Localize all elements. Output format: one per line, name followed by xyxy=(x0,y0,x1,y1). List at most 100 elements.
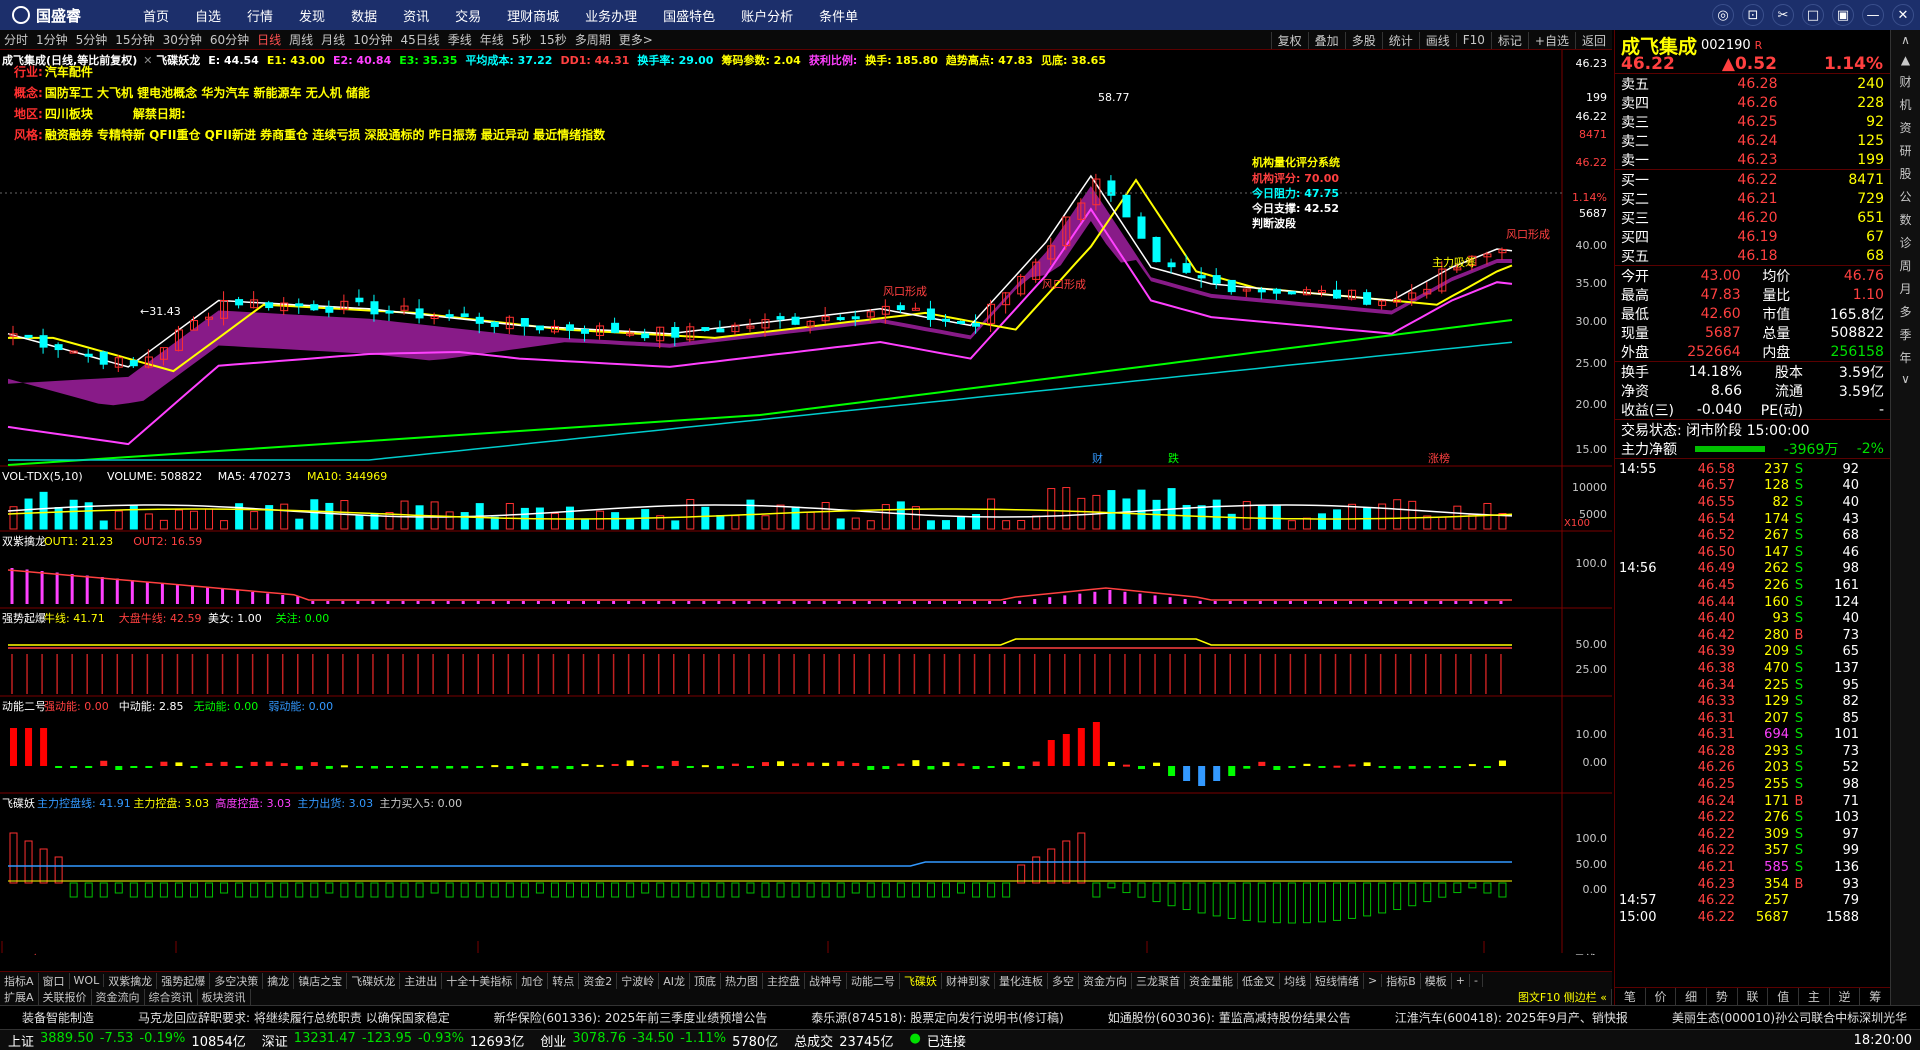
window-control-icon[interactable]: ⊡ xyxy=(1742,4,1764,26)
indicator-tab[interactable]: 动能二号 xyxy=(847,972,900,989)
order-level[interactable]: 卖三 46.25 92 xyxy=(1615,112,1890,131)
indicator-tab[interactable]: WOL xyxy=(70,974,105,987)
quote-panel-tab[interactable]: 联 xyxy=(1738,988,1769,1005)
indicator-tab[interactable]: 主进出 xyxy=(400,972,443,989)
side-tool[interactable]: ∧ xyxy=(1901,33,1910,47)
period-tab[interactable]: 日线 xyxy=(253,31,285,48)
indicator-tab[interactable]: 热力图 xyxy=(721,972,763,989)
order-level[interactable]: 卖二 46.24 125 xyxy=(1615,131,1890,150)
chart-tool-button[interactable]: +自选 xyxy=(1527,31,1575,49)
indicator-tab[interactable]: 顶底 xyxy=(690,972,721,989)
extension-tab[interactable]: 综合资讯 xyxy=(145,989,198,1005)
news-item[interactable]: 新华保险(601336): 2025年前三季度业绩预增公告 xyxy=(472,1009,790,1026)
news-item[interactable]: 装备智能制造 xyxy=(0,1009,116,1026)
news-item[interactable]: 泰乐源(874518): 股票定向发行说明书(修订稿) xyxy=(789,1009,1085,1026)
indicator-tab[interactable]: 主控盘 xyxy=(763,972,805,989)
chart-tool-button[interactable]: 画线 xyxy=(1418,31,1456,49)
indicator-tab[interactable]: 转点 xyxy=(548,972,580,989)
period-tab[interactable]: 多周期 xyxy=(571,31,615,48)
menu-item[interactable]: 数据 xyxy=(338,6,390,25)
chart-tool-button[interactable]: 复权 xyxy=(1270,31,1308,49)
menu-item[interactable]: 自选 xyxy=(182,6,234,25)
menu-item[interactable]: 账户分析 xyxy=(728,6,806,25)
indicator-tab[interactable]: 短线情绪 xyxy=(1311,972,1364,989)
order-level[interactable]: 买五 46.18 68 xyxy=(1615,246,1890,265)
indicator-tab[interactable]: 加仓 xyxy=(517,972,549,989)
window-control-icon[interactable]: ✕ xyxy=(1892,4,1914,26)
chart-tool-button[interactable]: F10 xyxy=(1455,33,1491,47)
order-level[interactable]: 卖一 46.23 199 xyxy=(1615,150,1890,169)
side-tool[interactable]: 公 xyxy=(1899,188,1911,205)
quote-panel-tab[interactable]: 主 xyxy=(1799,988,1830,1005)
indicator-tab[interactable]: 多空决策 xyxy=(210,972,264,989)
period-tab[interactable]: 5秒 xyxy=(508,31,536,48)
menu-item[interactable]: 理财商城 xyxy=(494,6,572,25)
quote-panel-tab[interactable]: 势 xyxy=(1707,988,1738,1005)
period-tab[interactable]: 5分钟 xyxy=(72,31,112,48)
indicator-tab[interactable]: > xyxy=(1364,974,1383,987)
window-control-icon[interactable]: ◎ xyxy=(1712,4,1734,26)
menu-item[interactable]: 行情 xyxy=(234,6,286,25)
side-tool[interactable]: 季 xyxy=(1899,326,1911,343)
period-tab[interactable]: 45日线 xyxy=(396,31,443,48)
side-tool[interactable]: 机 xyxy=(1899,96,1911,113)
indicator-tab[interactable]: AI龙 xyxy=(659,972,690,989)
news-item[interactable]: 美丽生态(000010)孙公司联合中标深圳光华 xyxy=(1650,1009,1920,1026)
period-tab[interactable]: 30分钟 xyxy=(159,31,206,48)
order-level[interactable]: 买一 46.22 8471 xyxy=(1615,170,1890,189)
extension-tab[interactable]: 板块资讯 xyxy=(198,989,251,1005)
sidebar-toggle[interactable]: 图文F10 侧边栏 « xyxy=(1514,989,1612,1005)
quote-panel-tab[interactable]: 逆 xyxy=(1830,988,1861,1005)
indicator-tab[interactable]: 双紫擒龙 xyxy=(104,972,158,989)
indicator-tab[interactable]: 均线 xyxy=(1280,972,1311,989)
side-tool[interactable]: ∨ xyxy=(1901,372,1910,386)
order-level[interactable]: 买三 46.20 651 xyxy=(1615,208,1890,227)
period-tab[interactable]: 15秒 xyxy=(535,31,570,48)
index-chinext[interactable]: 创业 3078.76 -34.50 -1.11% 5780亿 xyxy=(532,1031,786,1050)
extension-tab[interactable]: 关联报价 xyxy=(39,989,92,1005)
side-tool[interactable]: 多 xyxy=(1899,303,1911,320)
indicator-tab[interactable]: 宁波岭 xyxy=(617,972,660,989)
period-tab[interactable]: 15分钟 xyxy=(111,31,158,48)
news-item[interactable]: 马克龙回应辞职要求: 将继续履行总统职责 以确保国家稳定 xyxy=(116,1009,472,1026)
window-control-icon[interactable]: □ xyxy=(1802,4,1824,26)
period-tab[interactable]: 季线 xyxy=(444,31,476,48)
indicator-tab[interactable]: 镇店之宝 xyxy=(294,972,348,989)
chart-tool-button[interactable]: 多股 xyxy=(1344,31,1382,49)
indicator-tab[interactable]: 指标A xyxy=(0,972,39,989)
indicator-tab[interactable]: 飞碟妖龙 xyxy=(347,972,401,989)
menu-item[interactable]: 首页 xyxy=(130,6,182,25)
order-level[interactable]: 卖五 46.28 240 xyxy=(1615,74,1890,93)
news-item[interactable]: 如通股份(603036): 董监高减持股份结果公告 xyxy=(1086,1009,1373,1026)
indicator-tab[interactable]: + xyxy=(1452,974,1470,987)
indicator-tab[interactable]: 资金2 xyxy=(579,972,618,989)
order-level[interactable]: 买四 46.19 67 xyxy=(1615,227,1890,246)
chart-tool-button[interactable]: 返回 xyxy=(1574,31,1612,49)
order-level[interactable]: 买二 46.21 729 xyxy=(1615,189,1890,208)
indicator-tab[interactable]: 十全十美指标 xyxy=(442,972,518,989)
indicator-tab[interactable]: 财神到家 xyxy=(942,972,995,989)
chart-tool-button[interactable]: 统计 xyxy=(1381,31,1419,49)
quote-panel-tab[interactable]: 价 xyxy=(1646,988,1677,1005)
indicator-tab[interactable]: 飞碟妖 xyxy=(900,972,942,989)
period-tab[interactable]: 分时 xyxy=(0,31,32,48)
period-tab[interactable]: 60分钟 xyxy=(206,31,253,48)
period-tab[interactable]: 1分钟 xyxy=(32,31,72,48)
indicator-tab[interactable]: 量化连板 xyxy=(995,972,1048,989)
quote-panel-tab[interactable]: 筹 xyxy=(1860,988,1892,1005)
indicator-tab[interactable]: 强势起爆 xyxy=(157,972,211,989)
window-control-icon[interactable]: — xyxy=(1862,4,1884,26)
indicator-tab[interactable]: 资金量能 xyxy=(1185,972,1238,989)
menu-item[interactable]: 业务办理 xyxy=(572,6,650,25)
indicator-tab[interactable]: 三龙聚首 xyxy=(1132,972,1185,989)
menu-item[interactable]: 发现 xyxy=(286,6,338,25)
menu-item[interactable]: 国盛特色 xyxy=(650,6,728,25)
side-tool[interactable]: 周 xyxy=(1899,257,1911,274)
menu-item[interactable]: 交易 xyxy=(442,6,494,25)
indicator-tab[interactable]: 指标B xyxy=(1382,972,1421,989)
order-level[interactable]: 卖四 46.26 228 xyxy=(1615,93,1890,112)
quote-panel-tab[interactable]: 值 xyxy=(1768,988,1800,1005)
window-control-icon[interactable]: ▣ xyxy=(1832,4,1854,26)
side-tool[interactable]: ▲ xyxy=(1901,53,1910,67)
side-tool[interactable]: 研 xyxy=(1899,142,1911,159)
